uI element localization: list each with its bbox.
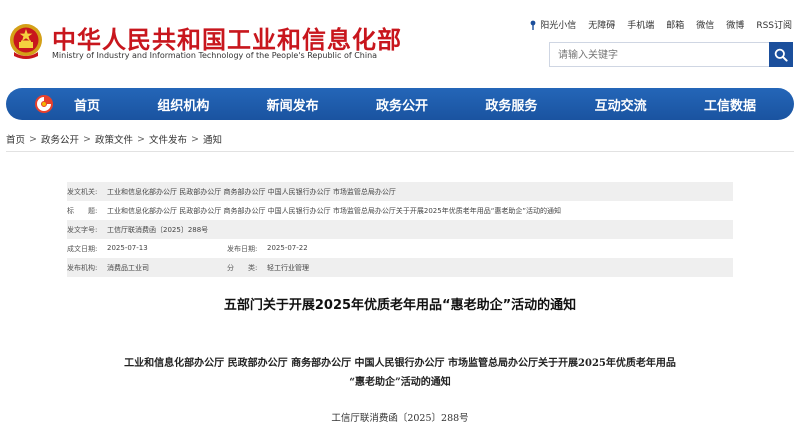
breadcrumb-separator: > [29,133,37,145]
info-label: 成文日期: [67,244,98,253]
info-cell-org: 发布机构: 消费品工业司 [67,263,227,273]
sunshine-icon [530,20,536,30]
site-title[interactable]: 中华人民共和国工业和信息化部 [52,20,402,55]
nav-item-interaction[interactable]: 互动交流 [595,95,647,114]
article-title: 五部门关于开展2025年优质老年用品“惠老助企”活动的通知 [223,298,577,313]
breadcrumb: 首页 > 政务公开 > 政策文件 > 文件发布 > 通知 [6,132,222,147]
top-link-mail[interactable]: 邮箱 [666,18,684,31]
top-link-wechat[interactable]: 微信 [696,18,714,31]
article-doc-number: 工信厅联消费函〔2025〕288号 [331,413,469,424]
info-label: 分 类: [227,263,258,272]
info-row-issuer: 发文机关: 工业和信息化部办公厅 民政部办公厅 商务部办公厅 中国人民银行办公厅… [67,182,733,201]
top-link-rss[interactable]: RSS订阅 [756,18,792,31]
search-button[interactable] [769,42,793,67]
top-link-label: 手机端 [627,21,655,31]
info-value-title: 工业和信息化部办公厅 民政部办公厅 商务部办公厅 中国人民银行办公厅 市场监管总… [107,206,561,215]
breadcrumb-notice[interactable]: 通知 [203,132,222,146]
info-row-org: 发布机构: 消费品工业司 分 类: 轻工行业管理 [67,258,733,277]
info-row-title: 标 题: 工业和信息化部办公厅 民政部办公厅 商务部办公厅 中国人民银行办公厅 … [67,201,733,220]
info-value-issuer: 工业和信息化部办公厅 民政部办公厅 商务部办公厅 中国人民银行办公厅 市场监管总… [107,187,396,196]
site-subtitle: Ministry of Industry and Information Tec… [52,51,378,60]
info-value-category: 轻工行业管理 [267,263,309,272]
top-link-weibo[interactable]: 微博 [726,18,744,31]
info-cell-category: 分 类: 轻工行业管理 [227,263,387,273]
top-link-label: 邮箱 [666,21,685,31]
info-label: 发文机关: [67,187,98,196]
breadcrumb-separator: > [136,133,145,145]
breadcrumb-home[interactable]: 首页 [6,132,25,146]
info-label: 标 题: [67,206,98,215]
info-row-dates: 成文日期: 2025-07-13 发布日期: 2025-07-22 [67,239,733,258]
breadcrumb-government-affairs[interactable]: 政务公开 [41,132,79,146]
top-link-mobile[interactable]: 手机端 [627,18,654,31]
nav-item-services[interactable]: 政务服务 [485,95,537,114]
info-value-org: 消费品工业司 [107,263,149,272]
top-link-label: 阳光小信 [540,21,577,31]
search-box [549,42,769,67]
info-value-created: 2025-07-13 [107,243,148,252]
top-link-label: RSS订阅 [756,21,792,31]
article-heading-line: 工业和信息化部办公厅 民政部办公厅 商务部办公厅 中国人民银行办公厅 市场监管总… [124,358,676,369]
main-nav: 首页 组织机构 新闻发布 政务公开 政务服务 互动交流 工信数据 [6,88,794,120]
breadcrumb-divider [6,151,794,152]
info-label: 发布机构: [67,263,98,272]
document-info-table: 发文机关: 工业和信息化部办公厅 民政部办公厅 商务部办公厅 中国人民银行办公厅… [67,182,733,277]
top-link-accessibility[interactable]: 无障碍 [588,18,615,31]
info-cell-created: 成文日期: 2025-07-13 [67,244,227,254]
breadcrumb-separator: > [190,133,199,145]
top-link-sunshine[interactable]: 阳光小信 [529,18,576,31]
info-cell-published: 发布日期: 2025-07-22 [227,244,387,254]
info-label: 发文字号: [67,225,98,234]
info-row-docno: 发文字号: 工信厅联消费函〔2025〕288号 [67,220,733,239]
national-emblem-icon[interactable] [8,22,44,60]
breadcrumb-file-release[interactable]: 文件发布 [149,132,187,146]
info-label: 发布日期: [227,244,258,253]
nav-item-government-affairs[interactable]: 政务公开 [376,95,428,114]
search-icon [774,48,788,62]
top-link-label: 微信 [696,21,715,31]
article-heading-line: “惠老助企”活动的通知 [349,377,451,388]
nav-item-organization[interactable]: 组织机构 [157,95,209,114]
breadcrumb-policy-files[interactable]: 政策文件 [95,132,133,146]
search-input[interactable] [550,44,769,67]
ministry-logo-icon[interactable] [34,94,54,114]
info-value-published: 2025-07-22 [267,243,308,252]
nav-item-data[interactable]: 工信数据 [704,95,756,114]
nav-item-news[interactable]: 新闻发布 [267,95,319,114]
article-heading: 工业和信息化部办公厅 民政部办公厅 商务部办公厅 中国人民银行办公厅 市场监管总… [0,354,800,392]
top-link-label: 无障碍 [588,21,616,31]
info-value-docno: 工信厅联消费函〔2025〕288号 [107,225,209,234]
site-header: 中华人民共和国工业和信息化部 Ministry of Industry and … [0,0,800,86]
nav-item-home[interactable]: 首页 [74,95,100,114]
top-link-label: 微博 [726,21,745,31]
breadcrumb-separator: > [83,133,91,145]
top-links: 阳光小信 无障碍 手机端 邮箱 微信 微博 RSS订阅 [529,18,792,31]
